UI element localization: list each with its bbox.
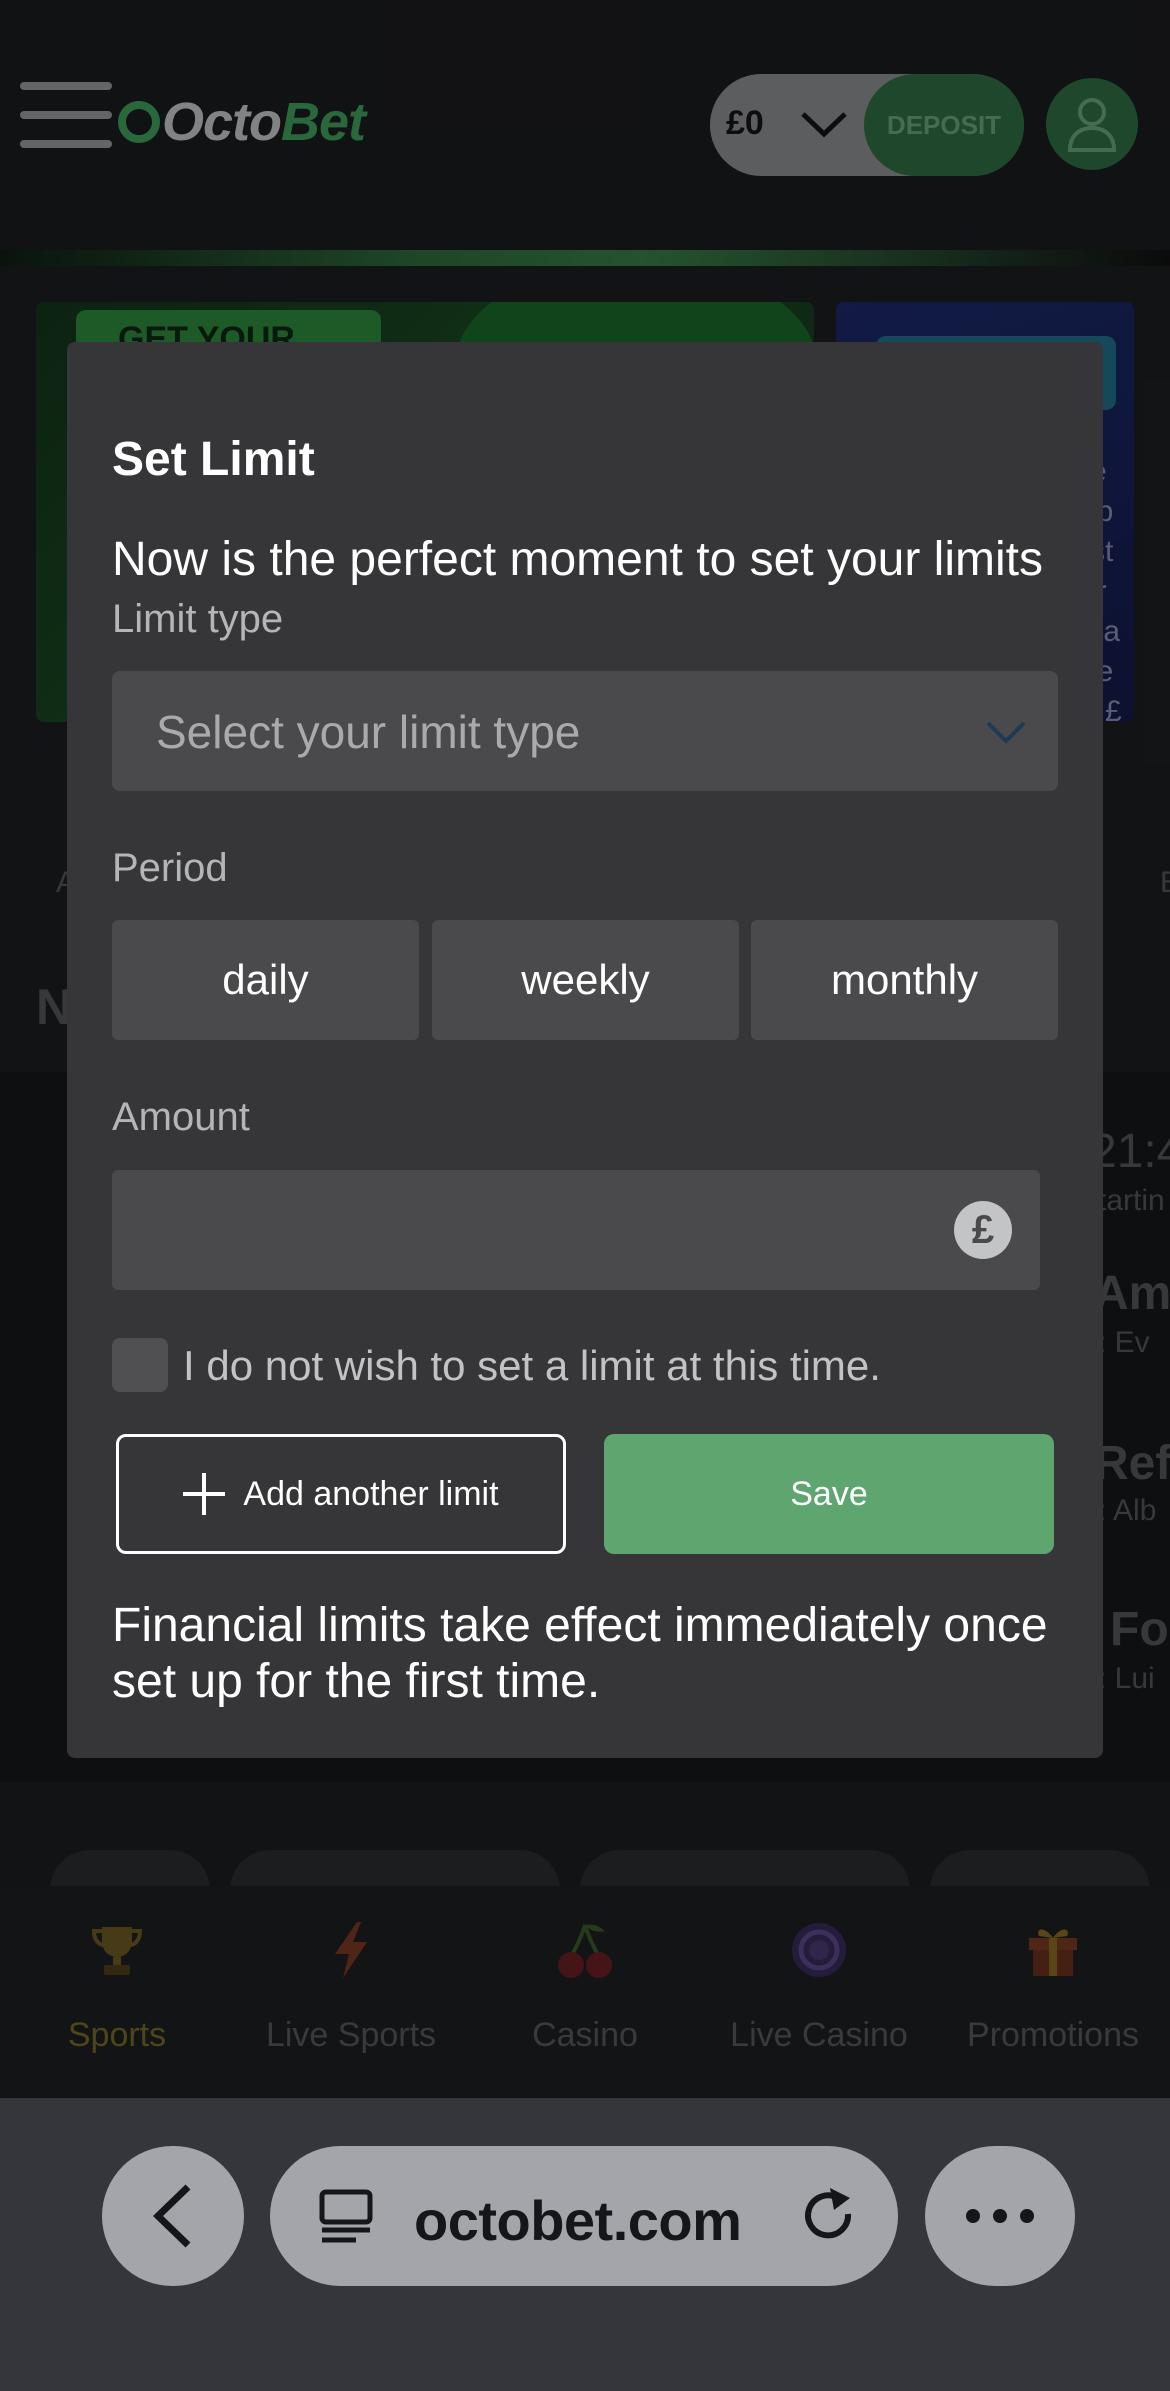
pound-icon: £ <box>954 1201 1012 1259</box>
browser-back-button[interactable] <box>102 2146 244 2286</box>
limit-type-select[interactable]: Select your limit type <box>112 671 1058 791</box>
chevron-down-icon <box>986 721 1026 744</box>
app-root: OctoBet £0 DEPOSIT GET YOUR re up rst or… <box>0 0 1170 2391</box>
period-weekly-button[interactable]: weekly <box>432 920 739 1040</box>
modal-title: Set Limit <box>112 433 315 486</box>
period-monthly-button[interactable]: monthly <box>751 920 1058 1040</box>
url-bar[interactable]: octobet.com <box>270 2146 898 2286</box>
period-daily-button[interactable]: daily <box>112 920 419 1040</box>
plus-icon <box>183 1473 226 1515</box>
save-button[interactable]: Save <box>604 1434 1054 1554</box>
limit-type-placeholder: Select your limit type <box>156 706 581 758</box>
more-icon <box>966 2209 1034 2223</box>
amount-label: Amount <box>112 1095 250 1139</box>
no-limit-checkbox[interactable] <box>112 1338 168 1392</box>
period-label: Period <box>112 846 228 890</box>
browser-more-button[interactable] <box>925 2146 1075 2286</box>
add-another-limit-button[interactable]: Add another limit <box>116 1434 566 1554</box>
set-limit-modal: Set Limit Now is the perfect moment to s… <box>67 342 1103 1758</box>
tabs-icon <box>319 2189 373 2243</box>
amount-input[interactable]: £ <box>112 1170 1040 1290</box>
browser-toolbar: octobet.com <box>0 2098 1170 2391</box>
reload-icon[interactable] <box>798 2184 862 2248</box>
no-limit-checkbox-label[interactable]: I do not wish to set a limit at this tim… <box>183 1342 881 1390</box>
modal-subtitle: Now is the perfect moment to set your li… <box>112 533 1043 586</box>
financial-limits-note: Financial limits take effect immediately… <box>112 1599 1048 1708</box>
chevron-left-icon <box>152 2184 191 2248</box>
limit-type-label: Limit type <box>112 597 284 641</box>
add-another-limit-label: Add another limit <box>243 1474 499 1513</box>
url-text: octobet.com <box>414 2189 742 2252</box>
